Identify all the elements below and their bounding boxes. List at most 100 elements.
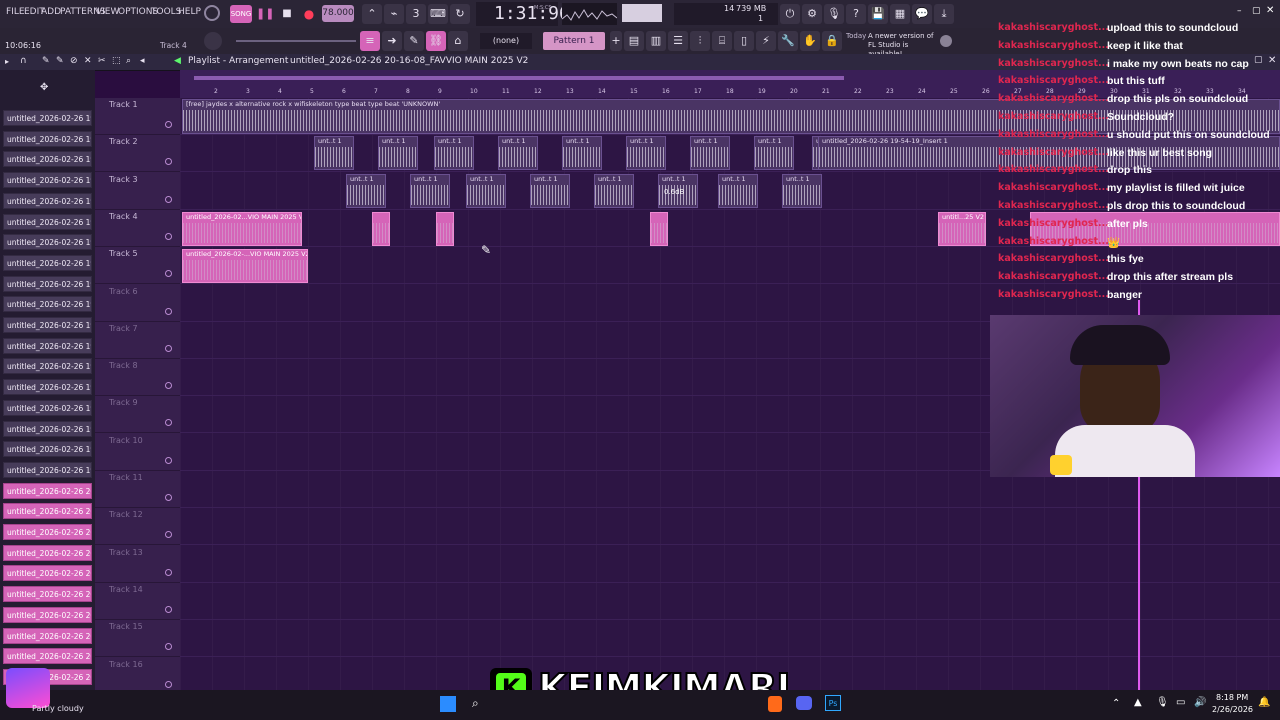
browser-pattern-item[interactable]: untitled_2026-02-26 19- <box>3 461 92 478</box>
fl-studio-taskbar-icon[interactable] <box>768 696 782 712</box>
window-close-icon[interactable]: ✕ <box>1266 5 1274 16</box>
clip-track2[interactable]: unt..t 1 <box>314 136 354 170</box>
browser-pattern-item[interactable]: untitled_2026-02-26 19- <box>3 172 92 189</box>
clock-time[interactable]: 8:18 PM <box>1216 693 1248 702</box>
track-header[interactable]: Track 7 <box>95 322 180 359</box>
chat-icon[interactable]: 💬 <box>912 4 932 24</box>
plugin-icon[interactable]: ▦ <box>890 4 910 24</box>
playlist-menu-icon[interactable]: ▸ <box>5 57 9 66</box>
browser-pattern-item[interactable]: untitled_2026-02-26 19- <box>3 441 92 458</box>
playlist-icon[interactable]: ▤ <box>624 31 644 51</box>
clip-track2[interactable]: unt..t 1 <box>498 136 538 170</box>
track-mute-icon[interactable] <box>165 158 172 166</box>
track-lane[interactable] <box>180 508 1280 546</box>
clip-track3[interactable]: unt..t 1 <box>594 174 634 208</box>
clip-track3[interactable]: unt..t 1 <box>466 174 506 208</box>
magnet-icon[interactable]: ∩ <box>20 56 27 66</box>
slice-tool-icon[interactable]: ✂ <box>98 56 106 66</box>
notification-icon[interactable]: 🔔 <box>1258 697 1270 708</box>
delete-tool-icon[interactable]: ⊘ <box>70 56 78 66</box>
master-volume-knob[interactable] <box>204 5 220 21</box>
clip-track2[interactable]: unt..t 1 <box>626 136 666 170</box>
track-mute-icon[interactable] <box>165 419 172 427</box>
track-mute-icon[interactable] <box>165 121 172 128</box>
track-lane[interactable] <box>180 583 1280 620</box>
menu-tools[interactable]: TOOLS <box>151 7 181 17</box>
playlist-breadcrumb[interactable]: untitled_2026-02-26 20-16-08_FAVVIO MAIN… <box>290 56 528 66</box>
select-tool-icon[interactable]: ⬚ <box>112 56 121 66</box>
metronome-icon[interactable]: ⌃ <box>362 4 382 24</box>
pitch-slider[interactable] <box>236 40 356 42</box>
track-header[interactable]: Track 1 <box>95 98 180 135</box>
track-header[interactable]: Track 6 <box>95 285 180 322</box>
clip-track3[interactable]: unt..t 1 <box>718 174 758 208</box>
track-header[interactable]: Track 5 <box>95 247 180 285</box>
clip-track2[interactable]: unt..t 1 <box>378 136 418 170</box>
weather-text[interactable]: Partly cloudy <box>32 704 84 713</box>
browser-pattern-item[interactable]: untitled_2026-02-26 19- <box>3 110 92 126</box>
track-header[interactable]: Track 14 <box>95 583 180 620</box>
track-mute-icon[interactable] <box>165 270 172 278</box>
browser-pattern-item[interactable]: untitled_2026-02-26 19- <box>3 151 92 168</box>
browser-pattern-item[interactable]: untitled_2026-02-26 19- <box>3 192 92 209</box>
browser-pattern-item[interactable]: untitled_2026-02-26 20- <box>3 586 92 603</box>
paint-tool-icon[interactable]: ✎ <box>56 56 64 66</box>
track-header[interactable]: Track 9 <box>95 396 180 434</box>
pattern-selector[interactable]: Pattern 1 <box>543 32 605 50</box>
draw-pencil-icon[interactable]: ✎ <box>404 31 424 51</box>
browser-pattern-item[interactable]: untitled_2026-02-26 19- <box>3 130 92 147</box>
window-maximize-icon[interactable]: ▢ <box>1252 6 1261 16</box>
zoom-tool-icon[interactable]: ⌕ <box>126 56 131 66</box>
browser-pattern-item[interactable]: untitled_2026-02-26 20- <box>3 565 92 582</box>
track-header[interactable]: Track 15 <box>95 620 180 658</box>
track-mute-icon[interactable] <box>165 494 172 501</box>
discord-icon[interactable] <box>796 696 812 710</box>
browser-pattern-item[interactable]: untitled_2026-02-26 20- <box>3 648 92 665</box>
track-mute-icon[interactable] <box>165 382 172 390</box>
browser-pattern-item[interactable]: untitled_2026-02-26 20- <box>3 627 92 644</box>
browser-pattern-item[interactable]: untitled_2026-02-26 19- <box>3 254 92 271</box>
menu-help[interactable]: HELP <box>178 7 201 17</box>
track-mute-icon[interactable] <box>165 195 172 203</box>
menu-file[interactable]: FILE <box>6 7 25 17</box>
browser-pattern-item[interactable]: untitled_2026-02-26 20- <box>3 524 92 540</box>
add-pattern-icon[interactable]: + <box>610 31 622 51</box>
clip-track5-favvio[interactable]: untitled_2026-02-...VIO MAIN 2025 V2 <box>182 249 308 283</box>
plugin-plug-icon[interactable]: ⚡ <box>756 31 776 51</box>
pattern-song-toggle[interactable]: SONG <box>230 5 252 23</box>
clip-track3[interactable]: unt..t 1 <box>782 174 822 208</box>
link-icon[interactable]: ⛓ <box>426 31 446 51</box>
track-mute-icon[interactable] <box>165 643 172 651</box>
clip-track3[interactable]: unt..t 1 <box>346 174 386 208</box>
clip-track3[interactable]: unt..t 1 <box>530 174 570 208</box>
wait-input-icon[interactable]: ⌁ <box>384 4 404 24</box>
help-icon[interactable]: ? <box>846 4 866 24</box>
browser-pattern-item[interactable]: untitled_2026-02-26 19- <box>3 275 92 292</box>
volume-icon[interactable]: 🔊 <box>1194 697 1206 708</box>
browser-pattern-item[interactable]: untitled_2026-02-26 19- <box>3 337 92 354</box>
browser-pattern-item[interactable]: untitled_2026-02-26 19- <box>3 399 92 416</box>
track-mute-icon[interactable] <box>165 456 172 464</box>
track-lane[interactable] <box>180 546 1280 583</box>
channel-rack-icon[interactable]: ☰ <box>668 31 688 51</box>
track-header[interactable]: Track 12 <box>95 508 180 546</box>
track-lane[interactable] <box>180 620 1280 658</box>
mixer-sliders-icon[interactable]: ⫶ <box>690 31 710 51</box>
browser-pattern-item[interactable]: untitled_2026-02-26 20- <box>3 503 92 520</box>
playlist-view-icon[interactable]: ≡ <box>360 31 380 51</box>
browser-pattern-item[interactable]: untitled_2026-02-26 19- <box>3 234 92 251</box>
touch-icon[interactable]: ✋ <box>800 31 820 51</box>
lock-icon[interactable]: 🔒 <box>822 31 842 51</box>
track-mute-icon[interactable] <box>165 307 172 315</box>
clip-track4-short[interactable] <box>372 212 390 246</box>
pencil-tool-icon[interactable]: ✎ <box>42 56 50 66</box>
browser-pattern-item[interactable]: untitled_2026-02-26 19- <box>3 358 92 375</box>
network-icon[interactable]: ▭ <box>1176 697 1185 708</box>
menu-add[interactable]: ADD <box>41 7 61 17</box>
pitch-knob[interactable] <box>204 32 222 50</box>
clip-track2[interactable]: unt..t 1 <box>434 136 474 170</box>
mic-icon[interactable]: 🎙 <box>824 4 844 24</box>
playback-tool-icon[interactable]: ◂ <box>140 56 145 66</box>
download-icon[interactable]: ⤓ <box>934 4 954 24</box>
tray-chevron-icon[interactable]: ⌃ <box>1112 698 1120 709</box>
